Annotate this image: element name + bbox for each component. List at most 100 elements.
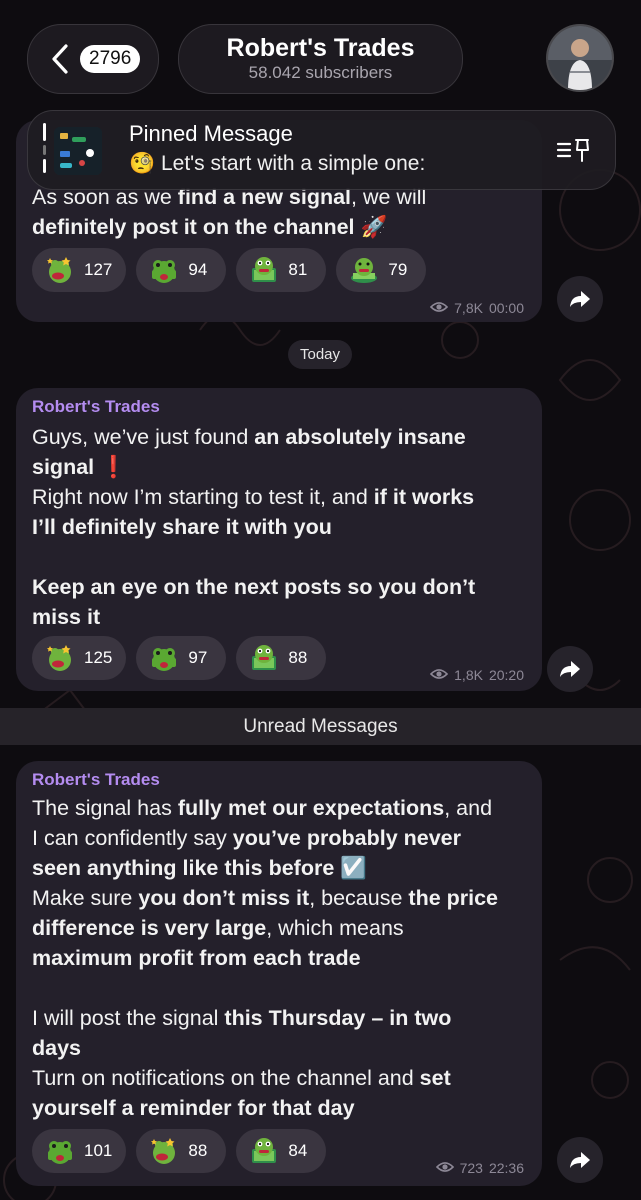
message-line: I’ll definitely share it with you: [32, 512, 526, 542]
reaction-count: 88: [188, 1141, 208, 1160]
message-meta: 723 22:36: [435, 1160, 524, 1176]
bold-text: if it works: [373, 485, 475, 509]
message-line: Keep an eye on the next posts so you don…: [32, 572, 526, 602]
share-button[interactable]: [547, 646, 593, 692]
forward-icon: [570, 291, 590, 307]
bold-text: this Thursday – in two: [224, 1006, 452, 1030]
message-line: days: [32, 1033, 526, 1063]
share-button[interactable]: [557, 1137, 603, 1183]
view-count: 723: [459, 1160, 483, 1176]
message-line: difference is very large, which means: [32, 913, 526, 943]
bold-text: I’ll definitely share it with you: [32, 515, 332, 539]
bold-text: you’ve probably never: [232, 826, 461, 850]
reaction-count: 94: [188, 260, 208, 279]
text-span: The signal has: [32, 796, 178, 820]
money-frog-icon: [248, 254, 280, 286]
channel-name: Robert's Trades: [226, 34, 415, 62]
message-line: definitely post it on the channel 🚀: [32, 212, 526, 242]
bold-text: miss it: [32, 605, 101, 629]
reaction-chip[interactable]: 88: [136, 1129, 227, 1173]
text-span: ☑️: [334, 856, 368, 880]
bold-text: set: [419, 1066, 451, 1090]
message-line: [32, 542, 526, 572]
text-span: , which means: [266, 916, 404, 940]
shocked-frog-icon: [44, 1135, 76, 1167]
reactions-row: 125 97 88: [32, 636, 327, 680]
view-count: 1,8K: [454, 667, 483, 683]
pinned-message-bar[interactable]: Pinned Message 🧐 Let's start with a simp…: [27, 110, 616, 190]
share-button[interactable]: [557, 276, 603, 322]
message-time: 00:00: [488, 300, 524, 316]
message-line: seen anything like this before ☑️: [32, 853, 526, 883]
reaction-count: 88: [288, 648, 308, 667]
message-line: yourself a reminder for that day: [32, 1093, 526, 1123]
text-span: ❗: [94, 455, 127, 479]
reaction-chip[interactable]: 79: [336, 248, 427, 292]
pinned-indicator: [43, 123, 46, 175]
reaction-chip[interactable]: 101: [32, 1129, 127, 1173]
text-span: 🚀: [354, 215, 388, 239]
reaction-chip[interactable]: 127: [32, 248, 127, 292]
message-line: The signal has fully met our expectation…: [32, 793, 526, 823]
bold-text: fully met our expectations: [177, 796, 445, 820]
message-line: miss it: [32, 602, 526, 632]
message-line: I will post the signal this Thursday – i…: [32, 1003, 526, 1033]
chevron-left-icon: [52, 44, 68, 74]
sender-name[interactable]: Robert's Trades: [16, 388, 542, 418]
views-icon: [430, 667, 449, 683]
subscriber-count: 58.042 subscribers: [248, 63, 393, 82]
cash-frog-icon: [348, 254, 380, 286]
reaction-chip[interactable]: 94: [136, 248, 227, 292]
reaction-count: 127: [84, 260, 113, 279]
message-meta: 1,8K 20:20: [430, 667, 524, 683]
reaction-chip[interactable]: 125: [32, 636, 127, 680]
bold-text: seen anything like this before: [32, 856, 335, 880]
reaction-chip[interactable]: 81: [236, 248, 327, 292]
avatar-person-icon: [548, 26, 612, 90]
kiss-frog-icon: [44, 254, 76, 286]
message-bubble: Robert's Trades Guys, we’ve just found a…: [16, 388, 542, 691]
sender-name[interactable]: Robert's Trades: [16, 761, 542, 791]
unread-count-badge: 2796: [80, 45, 141, 73]
forward-icon: [570, 1152, 590, 1168]
pinned-thumbnail: [54, 127, 102, 175]
reaction-chip[interactable]: 84: [236, 1129, 327, 1173]
back-button[interactable]: 2796: [27, 24, 159, 94]
message-line: signal ❗: [32, 452, 526, 482]
date-separator: Today: [288, 340, 352, 369]
channel-avatar[interactable]: [546, 24, 614, 92]
text-span: , because: [309, 886, 409, 910]
message-line: Make sure you don’t miss it, because the…: [32, 883, 526, 913]
message-time: 20:20: [488, 667, 524, 683]
channel-title-pill[interactable]: Robert's Trades 58.042 subscribers: [178, 24, 463, 94]
bold-text: an absolutely insane: [254, 425, 466, 449]
reaction-count: 84: [288, 1141, 308, 1160]
reaction-chip[interactable]: 88: [236, 636, 327, 680]
message-line: maximum profit from each trade: [32, 943, 526, 973]
bold-text: you don’t miss it: [138, 886, 310, 910]
money-frog-icon: [248, 642, 280, 674]
kiss-frog-icon: [44, 642, 76, 674]
text-span: , and: [444, 796, 493, 820]
view-count: 7,8K: [454, 300, 483, 316]
bold-text: Keep an eye on the next posts so you don…: [32, 575, 476, 599]
text-span: Turn on notifications on the channel and: [32, 1066, 420, 1090]
reaction-count: 81: [288, 260, 308, 279]
bold-text: yourself a reminder for that day: [32, 1096, 355, 1120]
bold-text: signal: [32, 455, 95, 479]
reaction-count: 79: [388, 260, 408, 279]
text-span: Guys, we’ve just found: [32, 425, 255, 449]
bold-text: the price: [408, 886, 499, 910]
pin-list-icon[interactable]: [556, 136, 592, 164]
message-text: Guys, we’ve just found an absolutely ins…: [16, 422, 542, 632]
message-line: Turn on notifications on the channel and…: [32, 1063, 526, 1093]
reaction-count: 101: [84, 1141, 113, 1160]
shocked-frog-icon: [148, 254, 180, 286]
views-icon: [430, 300, 449, 316]
reaction-chip[interactable]: 97: [136, 636, 227, 680]
forward-icon: [560, 661, 580, 677]
bold-text: maximum profit from each trade: [32, 946, 361, 970]
message-line: Guys, we’ve just found an absolutely ins…: [32, 422, 526, 452]
unread-messages-divider: Unread Messages: [0, 708, 641, 745]
message-meta: 7,8K 00:00: [430, 300, 524, 316]
